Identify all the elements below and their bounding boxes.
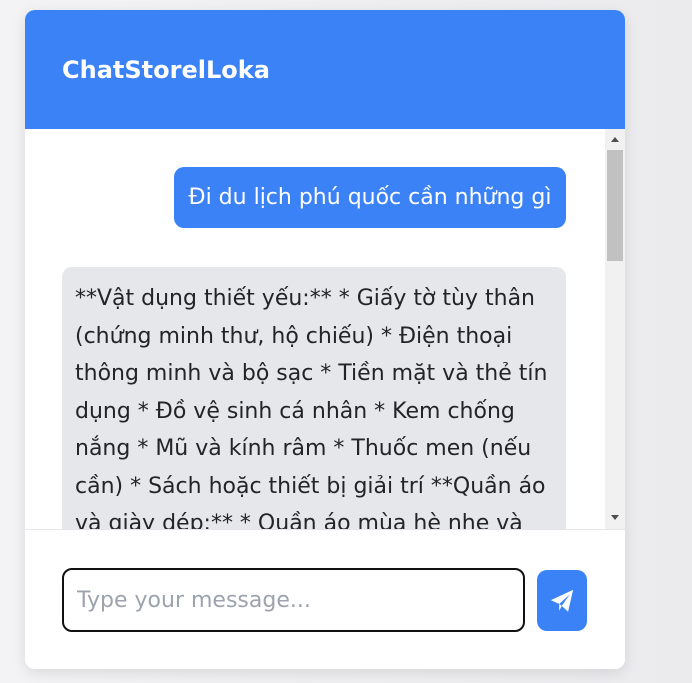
- chat-title: ChatStorelLoka: [62, 56, 270, 84]
- scroll-down-arrow-icon[interactable]: [611, 515, 619, 520]
- chat-window: ChatStorelLoka Đi du lịch phú quốc cần n…: [25, 10, 625, 669]
- messages-area[interactable]: Đi du lịch phú quốc cần những gì **Vật d…: [25, 129, 625, 529]
- send-button[interactable]: [537, 570, 587, 631]
- scrollbar-thumb[interactable]: [607, 150, 623, 261]
- chat-header: ChatStorelLoka: [25, 10, 625, 129]
- message-input[interactable]: [62, 568, 525, 632]
- paper-plane-icon: [550, 589, 574, 612]
- bot-message: **Vật dụng thiết yếu:** * Giấy tờ tùy th…: [62, 267, 566, 529]
- user-message: Đi du lịch phú quốc cần những gì: [174, 167, 566, 228]
- composer-area: [25, 529, 625, 669]
- scroll-up-arrow-icon[interactable]: [611, 137, 619, 142]
- messages-scrollbar[interactable]: [605, 129, 625, 529]
